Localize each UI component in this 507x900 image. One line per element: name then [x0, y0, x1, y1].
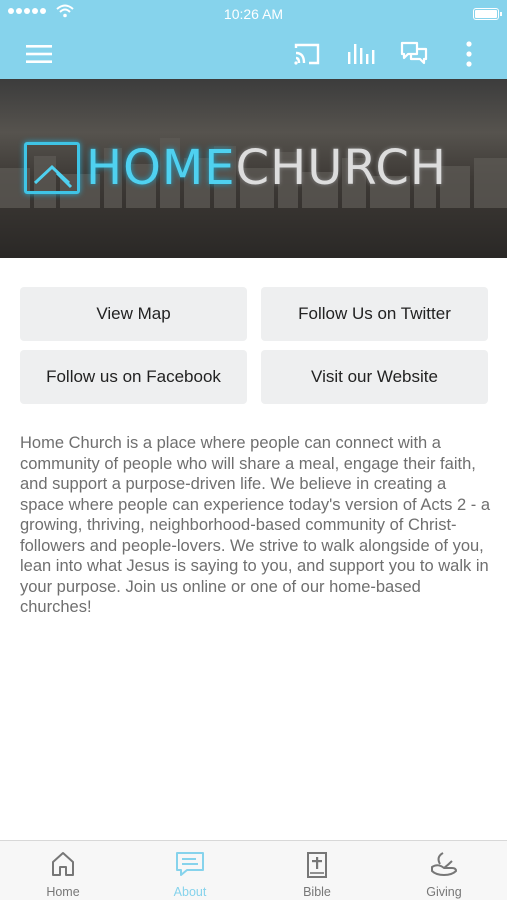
cast-icon[interactable] [289, 36, 325, 72]
status-time: 10:26 AM [223, 6, 284, 22]
tab-about-label: About [173, 885, 207, 899]
home-icon [52, 852, 74, 876]
logo-house-icon [24, 142, 80, 194]
tab-giving-label: Giving [426, 885, 462, 899]
tab-bible-label: Bible [303, 885, 331, 899]
action-buttons: View Map Follow Us on Twitter Follow us … [20, 287, 488, 405]
tab-home[interactable]: Home [0, 841, 126, 900]
more-vertical-icon[interactable] [451, 36, 487, 72]
status-bar: 10:26 AM [0, 0, 507, 28]
app-bar [0, 28, 507, 79]
follow-twitter-button[interactable]: Follow Us on Twitter [261, 287, 488, 341]
header-banner: HOME CHURCH [0, 79, 507, 258]
giving-icon [431, 852, 457, 876]
follow-facebook-button[interactable]: Follow us on Facebook [20, 350, 247, 404]
about-icon [176, 852, 204, 876]
home-church-logo: HOME CHURCH [24, 141, 447, 195]
logo-text-home: HOME [86, 140, 236, 196]
tab-about[interactable]: About [127, 841, 253, 900]
bottom-tab-bar: Home About Bible Giving [0, 840, 507, 900]
logo-text-church: CHURCH [235, 140, 447, 196]
audio-bars-icon[interactable] [343, 36, 379, 72]
view-map-button[interactable]: View Map [20, 287, 247, 341]
visit-website-button[interactable]: Visit our Website [261, 350, 488, 404]
tab-bible[interactable]: Bible [254, 841, 380, 900]
bible-icon [307, 852, 327, 878]
battery-icon [473, 8, 502, 20]
chat-icon[interactable] [396, 36, 432, 72]
tab-giving[interactable]: Giving [381, 841, 507, 900]
menu-icon[interactable] [21, 36, 57, 72]
tab-home-label: Home [46, 885, 80, 899]
about-description: Home Church is a place where people can … [20, 434, 491, 616]
